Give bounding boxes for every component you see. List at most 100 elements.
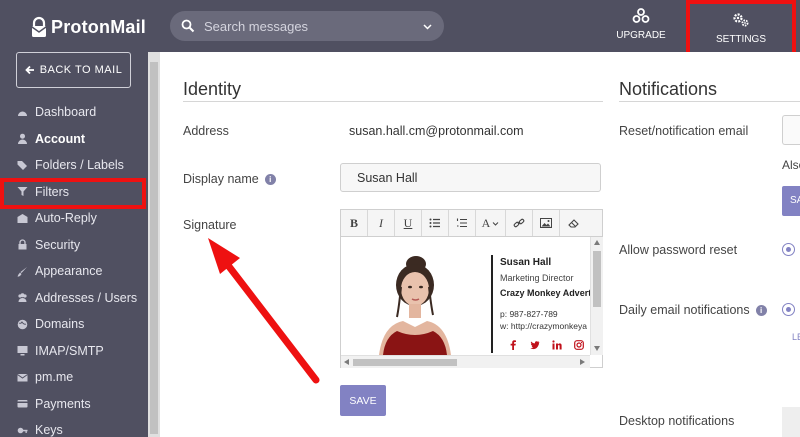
signature-label: Signature bbox=[183, 218, 237, 232]
upgrade-icon bbox=[632, 8, 650, 23]
upgrade-button[interactable]: UPGRADE bbox=[589, 8, 693, 54]
info-icon[interactable]: i bbox=[264, 174, 276, 185]
search-icon bbox=[181, 19, 195, 33]
notification-save-button[interactable]: SA bbox=[782, 186, 800, 216]
credit-card-icon bbox=[17, 400, 28, 408]
sidebar-item-label: Keys bbox=[35, 423, 63, 437]
search-input[interactable] bbox=[204, 18, 414, 34]
editor-toolbar: B I U A bbox=[341, 210, 602, 237]
image-icon bbox=[540, 218, 552, 228]
signature-website: w: http://crazymonkeya bbox=[500, 321, 587, 331]
italic-button[interactable]: I bbox=[368, 210, 395, 236]
tags-icon bbox=[17, 160, 27, 170]
clear-format-button[interactable] bbox=[560, 210, 587, 236]
user-icon bbox=[18, 133, 27, 145]
linkedin-icon[interactable] bbox=[552, 340, 562, 350]
signature-content[interactable]: Susan Hall Marketing Director Crazy Monk… bbox=[341, 237, 591, 355]
save-signature-button[interactable]: SAVE bbox=[340, 385, 386, 416]
sidebar-item-label: Payments bbox=[35, 396, 91, 411]
arrow-left-icon bbox=[24, 65, 34, 75]
editor-vertical-thumb[interactable] bbox=[593, 251, 601, 307]
underline-button[interactable]: U bbox=[395, 210, 422, 236]
font-button[interactable]: A bbox=[476, 210, 506, 236]
numbered-list-button[interactable] bbox=[449, 210, 476, 236]
sidebar-item-label: Security bbox=[35, 237, 81, 252]
identity-divider bbox=[183, 101, 603, 102]
sidebar: BACK TO MAIL Dashboard Account Folders /… bbox=[0, 52, 148, 437]
scroll-up-icon[interactable] bbox=[594, 240, 600, 245]
editor-vertical-scrollbar[interactable] bbox=[590, 237, 603, 355]
sidebar-item-label: Dashboard bbox=[35, 105, 97, 120]
display-name-field[interactable] bbox=[340, 163, 601, 192]
sidebar-item-label: Domains bbox=[35, 317, 85, 332]
info-icon[interactable]: i bbox=[755, 305, 767, 316]
signature-phone: p: 987-827-789 bbox=[500, 309, 558, 319]
editor-horizontal-thumb[interactable] bbox=[353, 359, 457, 366]
social-links bbox=[508, 340, 584, 350]
facebook-icon[interactable] bbox=[508, 340, 518, 350]
numbered-list-icon bbox=[456, 218, 467, 228]
display-name-input[interactable] bbox=[341, 164, 600, 191]
sidebar-item-security[interactable]: Security bbox=[0, 232, 148, 259]
daily-notifications-radio[interactable] bbox=[782, 303, 795, 316]
settings-button[interactable]: SETTINGS bbox=[686, 0, 796, 58]
monitor-icon bbox=[17, 346, 28, 356]
scroll-right-icon[interactable] bbox=[580, 359, 585, 365]
notification-email-input[interactable] bbox=[782, 115, 800, 145]
allow-reset-radio[interactable] bbox=[782, 243, 795, 256]
signature-title: Marketing Director bbox=[500, 273, 574, 283]
sidebar-item-domains[interactable]: Domains bbox=[0, 311, 148, 338]
protonmail-logo[interactable]: ProtonMail bbox=[31, 14, 146, 40]
scroll-down-icon[interactable] bbox=[594, 346, 600, 351]
settings-menu: Dashboard Account Folders / Labels Filte… bbox=[0, 99, 148, 437]
settings-label: SETTINGS bbox=[715, 34, 766, 45]
chevron-down-icon[interactable] bbox=[423, 22, 432, 31]
profile-photo bbox=[369, 247, 461, 355]
sidebar-item-appearance[interactable]: Appearance bbox=[0, 258, 148, 285]
display-name-label: Display name bbox=[183, 172, 259, 186]
highlight-box-account bbox=[0, 178, 146, 209]
learn-more-link-partial[interactable]: LE bbox=[792, 332, 800, 342]
font-button-label: A bbox=[481, 215, 491, 230]
allow-password-reset-label: Allow password reset bbox=[619, 243, 738, 257]
sidebar-item-label: Folders / Labels bbox=[35, 158, 124, 173]
sidebar-item-keys[interactable]: Keys bbox=[0, 417, 148, 437]
signature-divider bbox=[491, 255, 493, 353]
bullet-list-button[interactable] bbox=[422, 210, 449, 236]
sidebar-item-account[interactable]: Account bbox=[0, 126, 148, 153]
signature-name: Susan Hall bbox=[500, 257, 552, 268]
sidebar-item-pm-me[interactable]: pm.me bbox=[0, 364, 148, 391]
instagram-icon[interactable] bbox=[574, 340, 584, 350]
image-button[interactable] bbox=[533, 210, 560, 236]
link-button[interactable] bbox=[506, 210, 533, 236]
bullet-list-icon bbox=[429, 218, 440, 228]
display-name-label-row: Display name i bbox=[183, 172, 276, 186]
brush-icon bbox=[17, 266, 27, 277]
main-content: Identity Address susan.hall.cm@protonmai… bbox=[160, 52, 800, 437]
sidebar-item-folders-labels[interactable]: Folders / Labels bbox=[0, 152, 148, 179]
gears-icon bbox=[733, 13, 749, 27]
lock-icon bbox=[18, 239, 27, 250]
eraser-icon bbox=[567, 219, 579, 228]
back-to-mail-label: BACK TO MAIL bbox=[39, 64, 123, 76]
desktop-notifications-button[interactable] bbox=[782, 407, 800, 437]
daily-notifications-label-row: Daily email notifications i bbox=[619, 303, 767, 317]
envelope-icon bbox=[17, 373, 28, 382]
scroll-left-icon[interactable] bbox=[344, 359, 349, 365]
sidebar-item-payments[interactable]: Payments bbox=[0, 391, 148, 418]
top-bar: ProtonMail UPGRADE SETTINGS bbox=[0, 0, 800, 58]
back-to-mail-button[interactable]: BACK TO MAIL bbox=[16, 52, 131, 88]
auto-reply-icon bbox=[17, 213, 28, 223]
sidebar-scrollbar-thumb[interactable] bbox=[150, 62, 158, 434]
sidebar-item-label: IMAP/SMTP bbox=[35, 343, 104, 358]
app-name: ProtonMail bbox=[51, 16, 146, 37]
sidebar-item-dashboard[interactable]: Dashboard bbox=[0, 99, 148, 126]
twitter-icon[interactable] bbox=[530, 340, 540, 350]
editor-horizontal-scrollbar[interactable] bbox=[341, 355, 590, 368]
sidebar-item-addresses-users[interactable]: Addresses / Users bbox=[0, 285, 148, 312]
signature-editor[interactable]: B I U A Susan Hall Marketing Director Cr… bbox=[340, 209, 603, 368]
search-bar[interactable] bbox=[170, 11, 444, 41]
bold-button[interactable]: B bbox=[341, 210, 368, 236]
sidebar-item-imap-smtp[interactable]: IMAP/SMTP bbox=[0, 338, 148, 365]
key-icon bbox=[17, 427, 28, 434]
